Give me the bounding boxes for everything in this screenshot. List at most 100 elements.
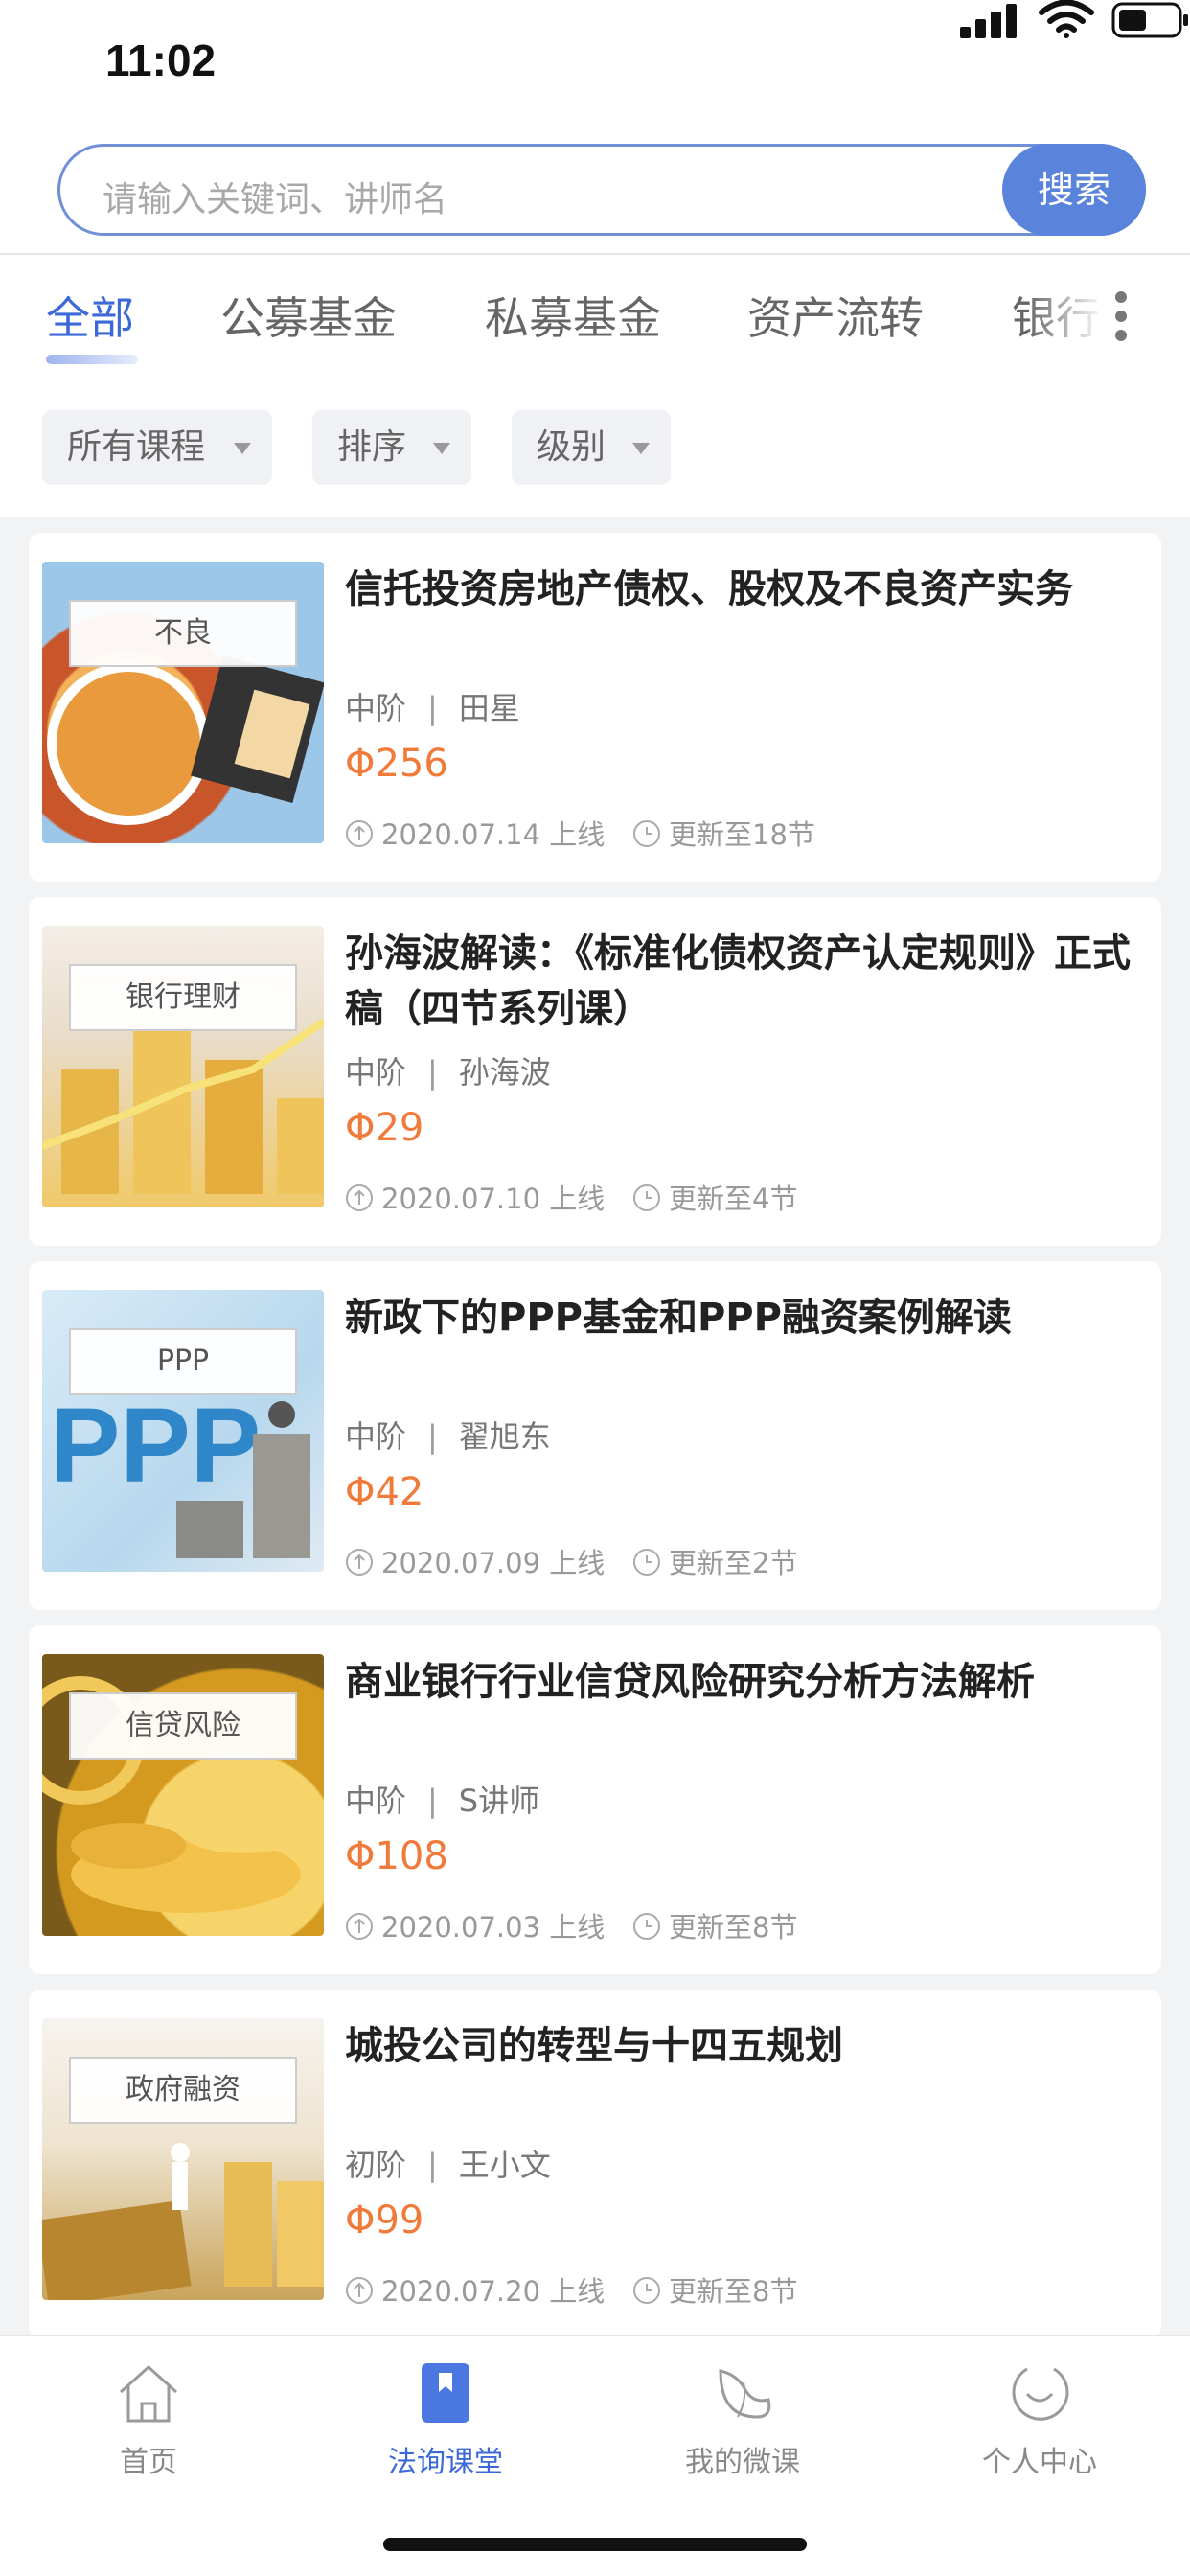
course-teacher: 田星 [458, 690, 520, 726]
course-level: 中阶 [345, 1418, 407, 1455]
course-teacher: 孙海波 [458, 1054, 551, 1091]
tabbar-label: 个人中心 [982, 2446, 1097, 2479]
clock-icon [633, 1549, 660, 1576]
caret-down-icon [234, 443, 251, 454]
tabbar-label: 我的微课 [685, 2446, 800, 2479]
course-thumbnail: 不良 [42, 562, 324, 843]
clock-icon [633, 1184, 660, 1211]
bookmark-icon [422, 2363, 469, 2423]
home-indicator[interactable] [383, 2538, 807, 2551]
online-date-text: 2020.07.09 上线 [381, 1547, 606, 1579]
course-title[interactable]: 城投公司的转型与十四五规划 [345, 2018, 1140, 2074]
update-status-text: 更新至8节 [669, 1911, 798, 1944]
search-placeholder: 请输入关键词、讲师名 [103, 180, 448, 219]
online-date: 2020.07.20 上线 [345, 2269, 605, 2310]
filter-all-courses[interactable]: 所有课程 [42, 410, 272, 485]
smile-icon [1012, 2367, 1069, 2421]
course-card[interactable]: 银行理财 孙海波解读：《标准化债权资产认定规则》正式稿（四节系列课） 中阶 | 孙海… [29, 897, 1161, 1246]
course-meta: 初阶 | 王小文 [345, 2141, 551, 2185]
course-tag: 不良 [69, 600, 297, 667]
course-card[interactable]: 政府融资 城投公司的转型与十四五规划 初阶 | 王小文 Φ99 2020.07.20… [29, 1990, 1161, 2338]
update-status: 更新至18节 [632, 813, 815, 853]
tabs-fade [1027, 255, 1104, 383]
course-thumbnail: 信贷风险 [42, 1654, 324, 1936]
search-button[interactable]: 搜索 [1002, 144, 1146, 236]
leaf-icon [719, 2369, 771, 2419]
update-status-text: 更新至2节 [669, 1547, 798, 1579]
upload-icon [346, 2277, 373, 2304]
course-card[interactable]: 不良 信托投资房地产债权、股权及不良资产实务 中阶 | 田星 Φ256 2020.0… [29, 533, 1161, 882]
online-date-text: 2020.07.03 上线 [381, 1911, 606, 1944]
filter-sort[interactable]: 排序 [312, 410, 471, 485]
update-status-text: 更新至8节 [669, 2275, 798, 2308]
course-level: 中阶 [345, 1782, 407, 1819]
online-date: 2020.07.14 上线 [345, 813, 605, 853]
course-price: Φ108 [345, 1834, 448, 1878]
online-date: 2020.07.09 上线 [345, 1541, 605, 1581]
filter-bar: 所有课程 排序 级别 [0, 383, 1190, 518]
online-date: 2020.07.03 上线 [345, 1905, 605, 1945]
course-tag: 信贷风险 [69, 1692, 297, 1760]
course-price: Φ29 [345, 1106, 424, 1150]
course-meta: 中阶 | 翟旭东 [345, 1413, 551, 1457]
category-tabs: 全部 公募基金 私募基金 资产流转 银行 [0, 255, 1190, 383]
course-tag: 银行理财 [69, 964, 297, 1031]
course-title[interactable]: 新政下的PPP基金和PPP融资案例解读 [345, 1290, 1140, 1346]
signal-icon [960, 4, 1019, 38]
course-level: 中阶 [345, 1054, 407, 1091]
update-status: 更新至4节 [632, 1177, 797, 1217]
tabbar-classroom[interactable]: 法询课堂 [297, 2361, 594, 2480]
search-input[interactable]: 请输入关键词、讲师名 搜索 [57, 144, 1146, 236]
clock-icon [633, 2277, 660, 2304]
tabbar-home[interactable]: 首页 [0, 2361, 297, 2480]
course-price: Φ99 [345, 2198, 424, 2242]
more-vertical-icon[interactable] [1115, 291, 1129, 341]
filter-label: 级别 [537, 427, 606, 467]
clock-icon [633, 1913, 660, 1940]
upload-icon [346, 1549, 373, 1576]
course-tag: 政府融资 [69, 2057, 297, 2124]
home-icon [119, 2365, 178, 2423]
tab-all[interactable]: 全部 [46, 284, 134, 347]
tab-asset-transfer[interactable]: 资产流转 [747, 284, 924, 347]
update-status: 更新至8节 [632, 2269, 797, 2310]
upload-icon [346, 1184, 373, 1211]
update-status-text: 更新至18节 [669, 818, 815, 851]
meta-separator: | [427, 2147, 438, 2183]
course-teacher: 王小文 [458, 2147, 551, 2183]
tabbar-label: 法询课堂 [388, 2446, 503, 2479]
course-card[interactable]: 信贷风险 商业银行行业信贷风险研究分析方法解析 中阶 | S讲师 Φ108 2020… [29, 1625, 1161, 1974]
tab-private-fund[interactable]: 私募基金 [485, 284, 661, 347]
tab-active-indicator [46, 355, 138, 364]
tabbar-label: 首页 [120, 2446, 177, 2479]
course-title[interactable]: 商业银行行业信贷风险研究分析方法解析 [345, 1654, 1140, 1710]
meta-separator: | [427, 1782, 438, 1819]
update-status: 更新至2节 [632, 1541, 797, 1581]
tabbar-profile[interactable]: 个人中心 [891, 2361, 1188, 2480]
course-thumbnail: PPP PPP [42, 1290, 324, 1572]
course-price: Φ42 [345, 1470, 424, 1514]
filter-label: 所有课程 [67, 427, 206, 467]
upload-icon [346, 820, 373, 847]
course-title[interactable]: 信托投资房地产债权、股权及不良资产实务 [345, 562, 1140, 617]
filter-label: 排序 [337, 427, 407, 467]
course-tag: PPP [69, 1328, 297, 1395]
course-price: Φ256 [345, 742, 448, 786]
course-teacher: 翟旭东 [458, 1418, 551, 1455]
online-date-text: 2020.07.14 上线 [381, 818, 606, 851]
upload-icon [346, 1913, 373, 1940]
tabbar-my-courses[interactable]: 我的微课 [594, 2361, 891, 2480]
filter-level[interactable]: 级别 [512, 410, 671, 485]
meta-separator: | [427, 1418, 438, 1455]
caret-down-icon [433, 443, 450, 454]
course-meta: 中阶 | 孙海波 [345, 1048, 551, 1092]
course-card[interactable]: PPP PPP 新政下的PPP基金和PPP融资案例解读 中阶 | 翟旭东 Φ42 2… [29, 1261, 1161, 1610]
status-bar: 11:02 [0, 0, 1190, 125]
course-title[interactable]: 孙海波解读：《标准化债权资产认定规则》正式稿（四节系列课） [345, 926, 1140, 1037]
meta-separator: | [427, 690, 438, 726]
tab-public-fund[interactable]: 公募基金 [220, 284, 397, 347]
course-thumbnail: 银行理财 [42, 926, 324, 1208]
clock-icon [633, 820, 660, 847]
course-thumbnail: 政府融资 [42, 2018, 324, 2300]
online-date-text: 2020.07.20 上线 [381, 2275, 606, 2308]
